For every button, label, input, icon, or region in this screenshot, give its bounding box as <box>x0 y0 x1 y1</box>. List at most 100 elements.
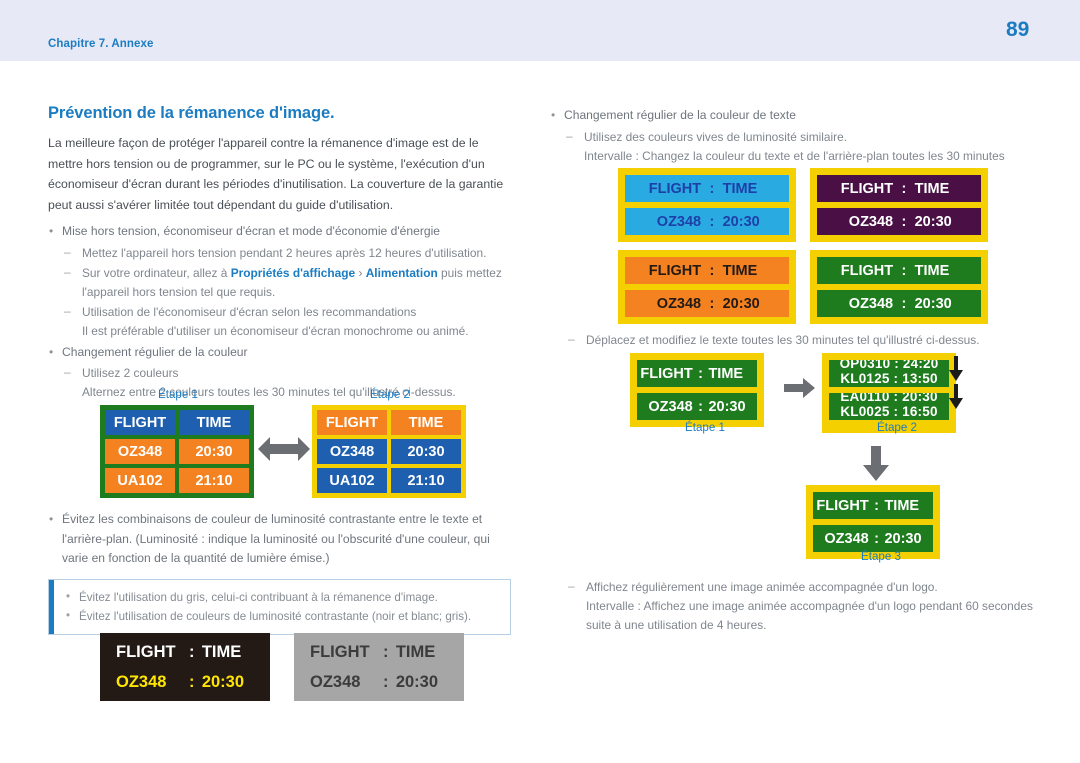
colon-separator: : <box>382 673 389 691</box>
scroll-down-arrow-icon-2 <box>948 384 964 415</box>
page-number: 89 <box>1006 18 1030 41</box>
flight-time: TIME <box>722 180 758 197</box>
panel-gray-sample: FLIGHT: TIME OZ348:20:30 <box>294 633 464 701</box>
board-data-strip: OZ348:20:30 <box>817 208 981 235</box>
right-bullet-2-sublist: – Déplacez et modifiez le texte toutes l… <box>566 331 1036 350</box>
colon-separator: : <box>901 180 907 197</box>
flight-code: FLIGHT <box>648 180 702 197</box>
board-row: FLIGHT TIME <box>105 410 249 435</box>
bullet-dot-icon: • <box>66 589 71 603</box>
note-item-label: Évitez l'utilisation du gris, celui-ci c… <box>79 590 438 604</box>
color-board-grid: FLIGHT: TIME OZ348:20:30 FLIGHT: TIME OZ348:2… <box>618 168 988 324</box>
left-sub-1-1: – Mettez l'appareil hors tension pendant… <box>62 244 518 263</box>
flight-time: TIME <box>708 365 744 382</box>
board-header-strip: FLIGHT: TIME <box>813 492 933 519</box>
flight-code: OZ348 <box>310 673 361 691</box>
flight-code: FLIGHT <box>310 643 370 661</box>
board-header-cell: TIME <box>391 410 461 435</box>
board-row: UA102 21:10 <box>317 468 461 493</box>
bullet-dot-icon: • <box>551 108 556 122</box>
flight-code: OZ348 <box>116 673 167 691</box>
left-step1-label: Étape 1 <box>158 388 198 401</box>
right-bullet-3-sublist: – Affichez régulièrement une image animé… <box>566 578 1046 635</box>
left-bullet-1-sublist: – Mettez l'appareil hors tension pendant… <box>62 244 518 341</box>
left-bullet-3: • Évitez les combinaisons de couleur de … <box>48 510 518 569</box>
left-bullet-1: • Mise hors tension, économiseur d'écran… <box>48 222 518 341</box>
right-sub-2-1: – Déplacez et modifiez le texte toutes l… <box>566 331 1036 350</box>
colon-separator: : <box>901 262 907 279</box>
dash-icon: – <box>64 244 71 259</box>
left-bullet-3-label: Évitez les combinaisons de couleur de lu… <box>62 512 490 565</box>
colon-separator: : <box>382 643 389 661</box>
left-sub-1-1-label: Mettez l'appareil hors tension pendant 2… <box>82 245 487 260</box>
right-step1-label: Étape 1 <box>685 421 725 434</box>
colon-separator: : <box>874 530 879 547</box>
double-arrow-icon <box>256 432 312 471</box>
flight-board-right-step3: FLIGHT: TIME OZ348:20:30 <box>806 485 940 559</box>
note-item: • Évitez l'utilisation de couleurs de lum… <box>65 607 500 626</box>
scroll-text: EA0110 : 20:30 KL0025 : 16:50 <box>840 393 938 419</box>
document-page: Chapitre 7. Annexe 89 Prévention de la r… <box>0 0 1080 763</box>
flight-time: 20:30 <box>884 530 922 547</box>
board-row: OZ348 20:30 <box>317 439 461 464</box>
board-row: FLIGHT TIME <box>317 410 461 435</box>
board-data-strip: OZ348:20:30 <box>637 393 757 420</box>
section-title: Prévention de la rémanence d'image. <box>48 104 335 122</box>
panel-data-row: OZ348:20:30 <box>116 667 254 697</box>
colon-separator: : <box>188 673 195 691</box>
board-header-cell: FLIGHT <box>105 410 175 435</box>
scroll-text: OP0310 : 24:20 KL0125 : 13:50 <box>839 360 939 386</box>
board-data-cell: UA102 <box>317 468 387 493</box>
colon-separator: : <box>709 295 715 312</box>
flight-time: 20:30 <box>708 398 746 415</box>
link-power[interactable]: Alimentation <box>366 266 438 280</box>
dash-icon: – <box>64 303 71 318</box>
panel-dark-sample: FLIGHT: TIME OZ348:20:30 <box>100 633 270 701</box>
bullet-dot-icon: • <box>49 344 54 359</box>
bullet-dot-icon: • <box>49 512 54 526</box>
board-header-strip: FLIGHT: TIME <box>625 175 789 202</box>
colon-separator: : <box>709 262 715 279</box>
dash-icon: – <box>64 264 71 279</box>
board-header-cell: TIME <box>179 410 249 435</box>
flight-code: FLIGHT <box>640 365 693 382</box>
board-data-cell: OZ348 <box>317 439 387 464</box>
flight-time: 20:30 <box>722 213 760 230</box>
dash-icon: – <box>568 332 575 346</box>
note-list: • Évitez l'utilisation du gris, celui-ci … <box>65 588 500 626</box>
board-data-cell: OZ348 <box>105 439 175 464</box>
right-step3-label: Étape 3 <box>861 550 901 563</box>
link-display-properties[interactable]: Propriétés d'affichage <box>231 266 355 280</box>
flight-board-green-board: FLIGHT: TIME OZ348:20:30 <box>810 250 988 324</box>
flight-time: 20:30 <box>914 213 952 230</box>
flight-time: TIME <box>914 180 950 197</box>
flight-time: 20:30 <box>395 673 439 691</box>
flight-board-cyan-board: FLIGHT: TIME OZ348:20:30 <box>618 168 796 242</box>
right-sub-3-1-label: Affichez régulièrement une image animée … <box>586 580 938 594</box>
flight-code: OZ348 <box>656 295 702 312</box>
board-data-strip: OZ348:20:30 <box>625 290 789 317</box>
right-column-lower: – Affichez régulièrement une image animé… <box>566 578 1046 636</box>
board-data-cell: 21:10 <box>391 468 461 493</box>
flight-code: FLIGHT <box>840 262 894 279</box>
board-header-strip: FLIGHT: TIME <box>637 360 757 387</box>
flight-time: TIME <box>395 643 436 661</box>
right-sub-1-1: – Utilisez des couleurs vives de luminos… <box>564 128 1030 166</box>
note-item: • Évitez l'utilisation du gris, celui-ci … <box>65 588 500 607</box>
right-sub-1-1-note: Intervalle : Changez la couleur du texte… <box>584 148 1005 163</box>
intro-paragraph: La meilleure façon de protéger l'apparei… <box>48 136 504 212</box>
left-sub-1-3-note: Il est préférable d'utiliser un économis… <box>82 323 469 338</box>
right-arrow-icon <box>784 377 816 404</box>
flight-time: 20:30 <box>722 295 760 312</box>
flight-board-purple-board: FLIGHT: TIME OZ348:20:30 <box>810 168 988 242</box>
flight-board-step1: FLIGHT TIME OZ348 20:30 UA102 21:10 <box>100 405 254 498</box>
right-bullet-1: • Changement régulier de la couleur de t… <box>550 106 1030 166</box>
flight-board-right-step1: FLIGHT: TIME OZ348:20:30 <box>630 353 764 427</box>
board-header-strip: FLIGHT: TIME <box>817 257 981 284</box>
colon-separator: : <box>698 398 703 415</box>
flight-code: OZ348 <box>824 530 869 547</box>
colon-separator: : <box>698 365 703 382</box>
flight-code: FLIGHT <box>648 262 702 279</box>
left-bullet-2-label: Changement régulier de la couleur <box>62 344 248 359</box>
scroll-down-arrow-icon-1 <box>948 356 964 387</box>
